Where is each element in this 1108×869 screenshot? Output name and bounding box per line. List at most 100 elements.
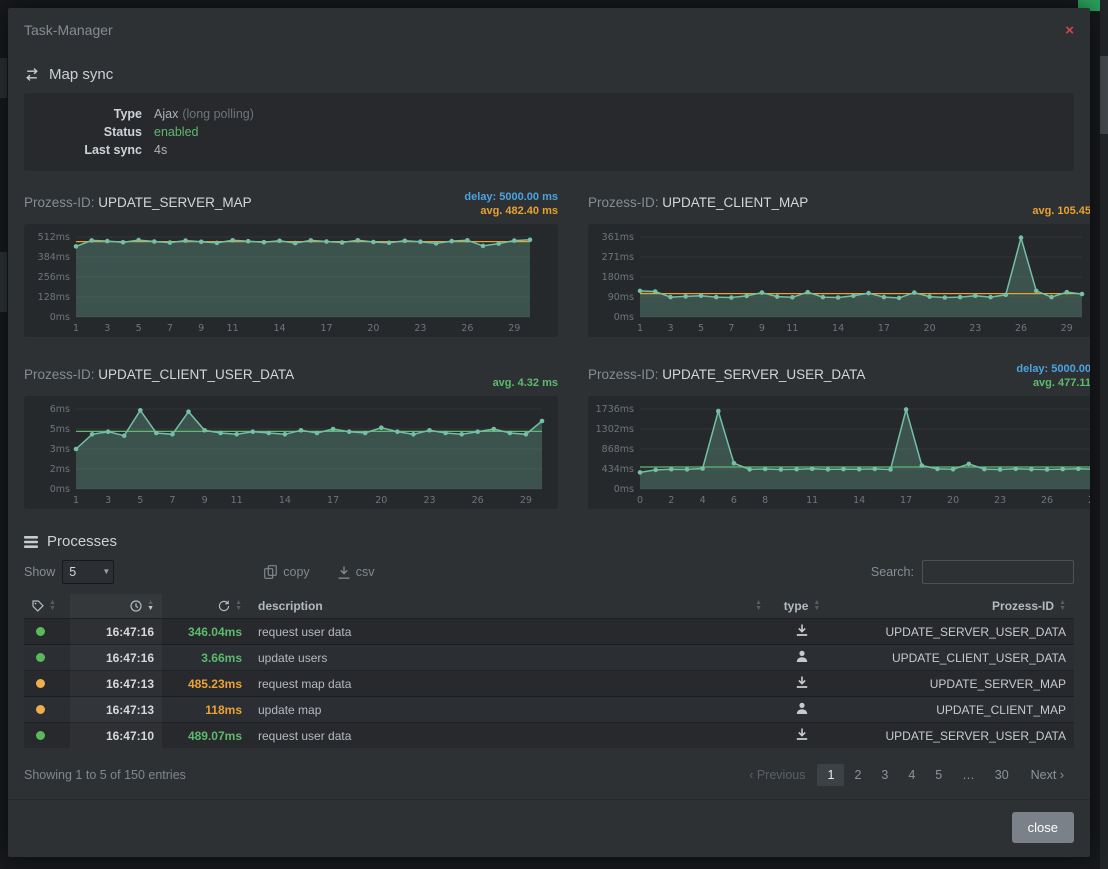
modal-footer: close [8, 799, 1090, 857]
table-row[interactable]: 16:47:16 346.04ms request user data UPDA… [24, 619, 1074, 645]
type-cell [770, 697, 834, 723]
duration-cell: 118ms [162, 697, 250, 723]
duration-cell: 346.04ms [162, 619, 250, 645]
chart-canvas: 0ms128ms256ms384ms512ms13579111417202326… [24, 224, 558, 337]
chart-update-client-user-data: Prozess-ID: UPDATE_CLIENT_USER_DATA avg.… [24, 357, 558, 509]
modal-title: Task-Manager [24, 22, 113, 38]
history-icon [218, 600, 230, 612]
map-sync-lastsync-row: Last sync 4s [38, 141, 1060, 159]
svg-text:20: 20 [924, 323, 936, 334]
svg-text:17: 17 [878, 323, 890, 334]
pagination-page[interactable]: 1 [817, 764, 844, 786]
header-type[interactable]: type [770, 594, 834, 619]
chart-stats: avg. 105.45 ms [1032, 187, 1090, 217]
pagination-ellipsis: … [952, 764, 985, 786]
delay-stat: delay: 5000.00 ms [464, 191, 558, 203]
svg-text:0ms: 0ms [50, 484, 70, 495]
svg-text:256ms: 256ms [38, 272, 70, 283]
time-cell: 16:47:10 [70, 723, 162, 749]
svg-text:11: 11 [786, 323, 798, 334]
background-artifact [0, 58, 7, 98]
page-scrollbar[interactable] [1100, 0, 1108, 869]
search-input[interactable] [922, 560, 1074, 584]
header-duration[interactable] [162, 594, 250, 619]
chart-update-server-user-data: Prozess-ID: UPDATE_SERVER_USER_DATA dela… [588, 357, 1090, 509]
pagination-page[interactable]: 5 [925, 764, 952, 786]
avg-stat: avg. 4.32 ms [493, 377, 558, 389]
pagination-page[interactable]: 3 [871, 764, 898, 786]
svg-text:361ms: 361ms [602, 232, 634, 243]
pagination-page[interactable]: 2 [844, 764, 871, 786]
pagination-previous[interactable]: Previous [739, 764, 815, 786]
chart-update-server-map: Prozess-ID: UPDATE_SERVER_MAP delay: 500… [24, 185, 558, 337]
close-button[interactable]: close [1012, 812, 1074, 843]
pagination-page[interactable]: 4 [898, 764, 925, 786]
svg-text:14: 14 [279, 495, 291, 506]
description-cell: request user data [250, 723, 770, 749]
svg-text:434ms: 434ms [602, 464, 634, 475]
svg-text:7: 7 [728, 323, 734, 334]
chart-canvas: 0ms90ms180ms271ms361ms135791114172023262… [588, 224, 1090, 337]
copy-icon [264, 565, 277, 579]
svg-text:0ms: 0ms [614, 484, 634, 495]
pagination-next[interactable]: Next [1021, 764, 1074, 786]
field-label: Type [38, 105, 142, 123]
svg-text:9: 9 [202, 495, 208, 506]
svg-text:20: 20 [375, 495, 387, 506]
svg-text:23: 23 [414, 323, 426, 334]
field-value: Ajax(long polling) [154, 105, 254, 123]
task-manager-modal: Task-Manager × Map sync Type Ajax(long p… [8, 8, 1090, 857]
scrollbar-thumb[interactable] [1100, 56, 1108, 134]
svg-text:1736ms: 1736ms [596, 404, 634, 415]
pagination-page[interactable]: 30 [985, 764, 1019, 786]
field-note: (long polling) [182, 107, 254, 121]
tag-icon [32, 600, 44, 612]
svg-text:3: 3 [667, 323, 673, 334]
header-description[interactable]: description [250, 594, 770, 619]
table-header-row: description type Prozess-ID [24, 594, 1074, 619]
avg-stat: avg. 105.45 ms [1032, 205, 1090, 217]
page-length-select[interactable]: 5 [62, 560, 114, 584]
processes-icon [24, 535, 38, 549]
table-row[interactable]: 16:47:13 485.23ms request map data UPDAT… [24, 671, 1074, 697]
sort-icon [813, 600, 820, 612]
svg-text:3ms: 3ms [50, 444, 70, 455]
table-row[interactable]: 16:47:16 3.66ms update users UPDATE_CLIE… [24, 645, 1074, 671]
avg-stat: avg. 482.40 ms [480, 205, 558, 217]
search-control: Search: [871, 560, 1074, 584]
svg-text:6: 6 [731, 495, 737, 506]
map-sync-status-row: Status enabled [38, 123, 1060, 141]
svg-text:384ms: 384ms [38, 252, 70, 263]
svg-text:29: 29 [1088, 495, 1090, 506]
header-status[interactable] [24, 594, 70, 619]
processes-heading: Processes [24, 533, 1074, 550]
svg-text:20: 20 [947, 495, 959, 506]
status-dot [36, 653, 45, 662]
svg-text:128ms: 128ms [38, 292, 70, 303]
close-icon[interactable]: × [1065, 23, 1074, 38]
header-prozess-id[interactable]: Prozess-ID [834, 594, 1074, 619]
csv-button[interactable]: csv [338, 565, 375, 579]
svg-text:5: 5 [698, 323, 704, 334]
status-cell [24, 723, 70, 749]
duration-cell: 485.23ms [162, 671, 250, 697]
svg-text:14: 14 [832, 323, 844, 334]
table-row[interactable]: 16:47:13 118ms update map UPDATE_CLIENT_… [24, 697, 1074, 723]
type-cell [770, 671, 834, 697]
prozess-id-cell: UPDATE_SERVER_MAP [834, 671, 1074, 697]
time-cell: 16:47:16 [70, 645, 162, 671]
svg-text:9: 9 [759, 323, 765, 334]
svg-text:29: 29 [520, 495, 532, 506]
download-icon [796, 676, 808, 688]
table-row[interactable]: 16:47:10 489.07ms request user data UPDA… [24, 723, 1074, 749]
copy-button[interactable]: copy [264, 565, 309, 579]
download-icon [796, 624, 808, 636]
map-sync-title: Map sync [49, 66, 113, 83]
svg-text:0ms: 0ms [614, 312, 634, 323]
svg-text:29: 29 [1061, 323, 1073, 334]
sync-arrows-icon [24, 68, 40, 81]
svg-text:271ms: 271ms [602, 252, 634, 263]
header-time[interactable] [70, 594, 162, 619]
processes-title: Processes [47, 533, 117, 550]
chart-canvas: 0ms2ms3ms5ms6ms1357911141720232629 [24, 396, 558, 509]
